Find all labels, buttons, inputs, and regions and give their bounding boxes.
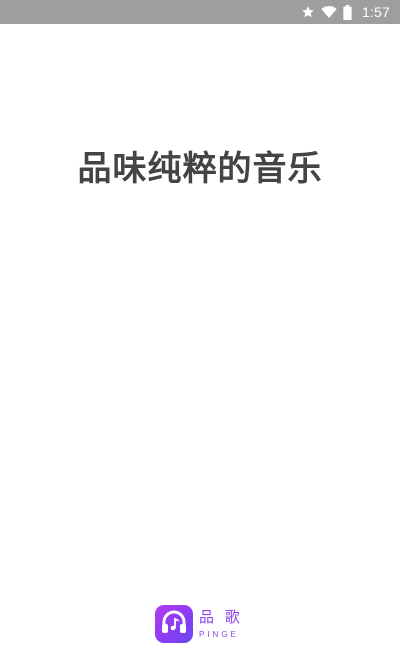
brand-text: 品 歌 PINGE <box>199 608 243 640</box>
star-icon <box>301 5 315 19</box>
battery-icon <box>343 4 352 20</box>
brand-logo-block: 品 歌 PINGE <box>155 604 255 644</box>
status-time: 1:57 <box>361 4 390 20</box>
brand-subtitle: PINGE <box>199 630 239 639</box>
app-logo <box>155 605 193 643</box>
headphones-music-icon <box>159 607 189 641</box>
wifi-icon <box>321 5 337 19</box>
status-bar: 1:57 <box>0 0 400 24</box>
splash-slogan: 品味纯粹的音乐 <box>77 149 323 189</box>
brand-name: 品 歌 <box>199 608 243 626</box>
